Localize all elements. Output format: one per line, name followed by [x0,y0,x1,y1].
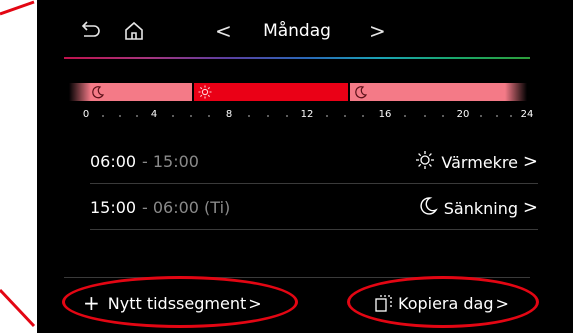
copy-day-label: Kopiera dag [398,293,494,313]
day-timeline[interactable] [69,83,527,101]
tick-dot [208,115,210,117]
row-start-time: 15:00 [90,198,137,217]
tick-label: 4 [150,109,158,120]
chevron-right-icon: > [248,293,262,313]
tick-dot [286,115,288,117]
tick-dot [102,115,104,117]
row-mode: Sänkning [418,195,518,221]
tick-label: 16 [378,109,392,120]
tick-dot [344,115,346,117]
new-time-segment-label: Nytt tidssegment [107,293,247,313]
sun-icon [415,150,435,174]
tick-dot [119,115,121,117]
tick-dot [404,115,406,117]
back-arrow-icon[interactable] [77,18,103,44]
thermostat-screen: < Måndag > 0 4 8 12 16 20 24 06:00 - 15:… [37,0,573,333]
tick-label: 20 [456,109,470,120]
row-end-time: - 15:00 [142,152,199,171]
row-start-time: 06:00 [90,152,137,171]
row-end-time: - 06:00 (Ti) [142,198,231,217]
moon-icon [354,83,368,101]
schedule-row[interactable]: 06:00 - 15:00 Värmekre > [90,142,538,184]
next-day-button[interactable]: > [369,17,386,45]
tick-dot [496,115,498,117]
tick-dot [326,115,328,117]
copy-day-button[interactable]: Kopiera dag > [374,290,509,316]
tick-dot [480,115,482,117]
chevron-right-icon: > [495,293,509,313]
schedule-row[interactable]: 15:00 - 06:00 (Ti) Sänkning > [90,188,538,230]
tick-label: 24 [520,109,534,120]
home-icon[interactable] [121,18,147,44]
tick-label: 12 [300,109,314,120]
moon-icon [418,196,438,220]
tick-dot [510,115,512,117]
moon-icon [91,83,105,101]
accent-gradient-line [64,57,530,59]
tick-label: 8 [225,109,233,120]
timeline-fade-right [505,83,527,101]
tick-dot [172,115,174,117]
timeline-fade-left [69,83,91,101]
tick-dot [267,115,269,117]
tick-dot [248,115,250,117]
tick-dot [424,115,426,117]
timeline-axis: 0 4 8 12 16 20 24 [69,109,534,125]
tick-dot [362,115,364,117]
bottom-divider [64,277,530,278]
timeline-segment-high[interactable] [194,83,348,101]
row-mode: Värmekre [415,149,518,175]
chevron-right-icon[interactable]: > [523,195,538,221]
tick-label: 0 [82,109,90,120]
day-title: Måndag [263,21,331,41]
plus-icon: + [83,291,100,315]
sun-icon [198,83,212,101]
tick-dot [190,115,192,117]
divider [90,183,538,184]
divider [90,229,538,230]
row-mode-label: Värmekre [441,152,518,172]
tick-dot [136,115,138,117]
copy-icon [374,293,394,313]
new-time-segment-button[interactable]: + Nytt tidssegment > [83,290,262,316]
tick-dot [442,115,444,117]
row-mode-label: Sänkning [443,198,518,218]
timeline-segment-low-evening[interactable] [350,83,527,101]
chevron-right-icon[interactable]: > [523,149,538,175]
annotation-stroke [0,0,36,328]
